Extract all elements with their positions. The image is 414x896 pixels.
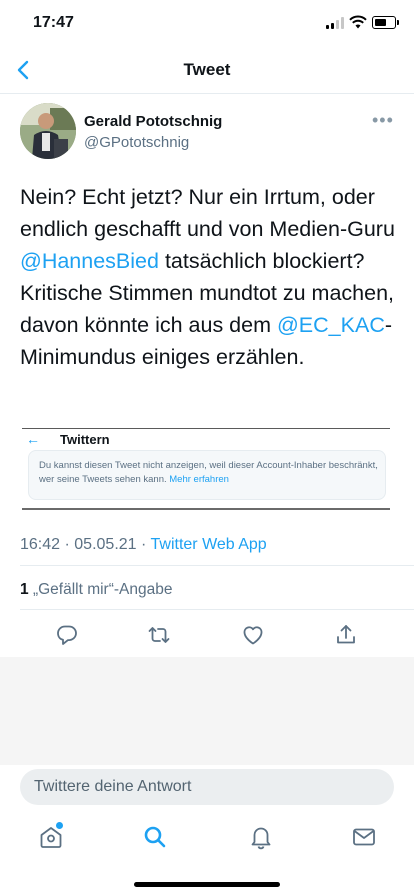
retweet-icon: [148, 627, 170, 643]
like-button[interactable]: [241, 623, 265, 647]
messages-icon: [353, 828, 375, 846]
author-display-name[interactable]: Gerald Pototschnig: [84, 113, 222, 130]
image-title: Twittern: [60, 432, 110, 447]
home-indicator: [134, 882, 280, 887]
likes-divider: [20, 609, 414, 610]
image-border: [22, 508, 390, 510]
retweet-button[interactable]: [147, 623, 171, 647]
share-button[interactable]: [334, 623, 358, 647]
reply-button[interactable]: [55, 623, 79, 647]
tweet-date: 05.05.21: [74, 536, 137, 553]
cellular-signal-icon: [326, 17, 346, 29]
tweet-source-link[interactable]: Twitter Web App: [151, 536, 267, 553]
image-notice-text: Du kannst diesen Tweet nicht anzeigen, w…: [39, 459, 379, 487]
tweet-meta: 16:42 · 05.05.21 · Twitter Web App: [20, 536, 267, 554]
notification-dot: [56, 822, 63, 829]
image-border: [22, 428, 390, 429]
reply-icon: [57, 625, 77, 645]
header-divider: [0, 93, 414, 94]
avatar[interactable]: [20, 103, 76, 159]
page-title: Tweet: [183, 60, 231, 79]
reply-input[interactable]: Twittere deine Antwort: [20, 769, 394, 805]
notifications-icon: [251, 827, 271, 850]
meta-separator: ·: [64, 536, 70, 553]
more-options-icon[interactable]: •••: [372, 110, 394, 131]
tweet-text-segment: Nein? Echt jetzt? Nur ein Irrtum, oder e…: [20, 185, 395, 241]
likes-summary[interactable]: 1 „Gefällt mir“-Angabe: [20, 581, 172, 599]
search-icon: [144, 826, 166, 848]
like-label: „Gefällt mir“-Angabe: [32, 581, 173, 598]
mention-link[interactable]: @HannesBied: [20, 249, 159, 273]
battery-cap: [397, 20, 399, 25]
battery-icon: [372, 16, 396, 29]
share-icon: [337, 625, 355, 644]
like-count: 1: [20, 581, 29, 598]
battery-level: [375, 19, 386, 26]
tab-messages[interactable]: [351, 824, 377, 850]
status-time: 17:47: [33, 14, 74, 31]
tweet-image[interactable]: ← Twittern Du kannst diesen Tweet nicht …: [22, 428, 390, 510]
arrow-left-icon: ←: [26, 431, 40, 447]
like-icon: [243, 626, 263, 645]
meta-separator: ·: [141, 536, 147, 553]
reply-placeholder: Twittere deine Antwort: [34, 778, 192, 795]
meta-divider: [20, 565, 414, 566]
tab-notifications[interactable]: [248, 824, 274, 850]
tab-search[interactable]: [142, 824, 168, 850]
wifi-icon: [349, 15, 367, 34]
empty-replies-area: [0, 657, 414, 765]
author-handle[interactable]: @GPototschnig: [84, 134, 189, 151]
tweet-time: 16:42: [20, 536, 61, 553]
tweet-text: Nein? Echt jetzt? Nur ein Irrtum, oder e…: [20, 181, 400, 373]
image-notice-link: Mehr erfahren: [169, 474, 229, 485]
mention-link[interactable]: @EC_KAC: [277, 313, 385, 337]
image-notice-box: Du kannst diesen Tweet nicht anzeigen, w…: [28, 450, 386, 500]
